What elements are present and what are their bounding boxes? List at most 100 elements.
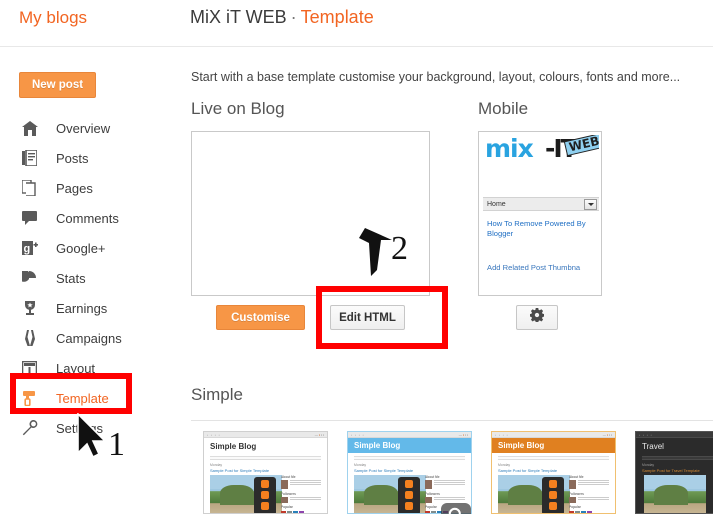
thumb-blog-title: Simple Blog (354, 441, 401, 450)
stats-icon (22, 268, 46, 288)
template-thumbnail-list: • • • • — ▪ ▪ ▪ Simple Blog Monday Sampl… (191, 431, 713, 514)
sidebar-item-label: Pages (56, 180, 93, 196)
mobile-preview[interactable]: mix -IT WEB Home How To Remove Powered B… (478, 131, 602, 296)
thumb-blog-title: Travel (642, 442, 664, 451)
annotation-box-template (10, 373, 132, 414)
search-icon (448, 507, 465, 514)
mobile-heading: Mobile (478, 99, 529, 118)
chevron-down-icon[interactable] (584, 199, 597, 210)
chrome-menu: — ▪ ▪ ▪ (314, 433, 324, 437)
mobile-settings-button[interactable] (516, 305, 558, 330)
mobile-logo: mix -IT WEB (483, 135, 599, 165)
thumb-photo (644, 475, 706, 513)
my-blogs-link[interactable]: My blogs (19, 8, 87, 28)
thumb-tabs (354, 456, 465, 460)
thumb-browser-chrome: • • • • — ▪ ▪ ▪ (204, 432, 327, 438)
sidebar-item-label: Comments (56, 210, 119, 226)
thumb-tabs (642, 456, 713, 460)
thumb-content: About Me Followers Popular (498, 475, 609, 513)
thumb-bottle-graphic (398, 477, 420, 513)
thumb-post-title: Sample Post for Simple Template (354, 468, 414, 473)
thumb-sidebar: About Me Followers Popular (281, 475, 321, 513)
template-thumbnail[interactable]: • • • • — ▪ ▪ ▪ Simple Blog Monday Sampl… (203, 431, 328, 514)
thumb-tabs (210, 456, 321, 460)
simple-heading: Simple (191, 385, 243, 404)
chrome-dots: • • • • (207, 433, 221, 437)
live-on-blog-heading: Live on Blog (191, 99, 285, 118)
sidebar-item-label: Posts (56, 150, 89, 166)
thumb-tabs (498, 456, 609, 460)
template-page: My blogs MiX iT WEB · Template New post Ov… (0, 0, 713, 514)
thumb-post-title: Sample Post for Simple Template (498, 468, 558, 473)
mobile-nav-label: Home (487, 200, 506, 208)
mobile-post-link-cut: Add Related Post Thumbna (487, 263, 595, 271)
mobile-preview-inner: mix -IT WEB Home How To Remove Powered B… (483, 135, 599, 294)
thumb-sidebar: About Me Followers Popular (569, 475, 609, 513)
svg-text:g: g (24, 243, 31, 255)
chrome-dots: • • • • (495, 433, 509, 437)
thumb-bottle-graphic (542, 477, 564, 513)
thumb-post-title: Sample Post for Travel Template (642, 468, 700, 473)
sidebar-item-google-plus[interactable]: g Google+ (0, 233, 182, 263)
chrome-menu: — ▪ ▪ ▪ (458, 433, 468, 437)
mobile-post-link[interactable]: How To Remove Powered By Blogger (487, 219, 595, 239)
mobile-logo-spacer (483, 165, 599, 197)
earnings-icon (22, 298, 46, 318)
sidebar-item-pages[interactable]: Pages (0, 173, 182, 203)
thumb-browser-chrome: • • • • (636, 432, 713, 438)
cursor-pointer-1 (76, 412, 110, 464)
sidebar-item-label: Google+ (56, 240, 106, 256)
google-plus-icon: g (22, 238, 46, 258)
template-thumbnail[interactable]: • • • • — ▪ ▪ ▪ Simple Blog Monday Sampl… (491, 431, 616, 514)
thumb-blog-title: Simple Blog (210, 442, 257, 451)
breadcrumb-separator: · (290, 7, 297, 27)
sidebar-item-posts[interactable]: Posts (0, 143, 182, 173)
preview-magnifier-button[interactable] (441, 503, 471, 514)
annotation-number-1: 1 (108, 426, 125, 463)
sidebar-item-comments[interactable]: Comments (0, 203, 182, 233)
thumb-meta: Monday (642, 463, 655, 467)
posts-icon (22, 148, 46, 168)
simple-section-divider (191, 420, 713, 421)
top-bar: My blogs MiX iT WEB · Template (0, 0, 713, 47)
thumb-browser-chrome: • • • • — ▪ ▪ ▪ (348, 432, 471, 438)
thumb-content: About Me Followers Popular (210, 475, 321, 513)
comment-icon (22, 208, 46, 228)
sidebar-item-label: Stats (56, 270, 86, 286)
sidebar-item-label: Campaigns (56, 330, 122, 346)
sidebar-item-label: Overview (56, 120, 111, 136)
home-icon (22, 118, 46, 138)
chrome-menu: — ▪ ▪ ▪ (602, 433, 612, 437)
pages-icon (22, 178, 46, 198)
mobile-nav-select[interactable]: Home (483, 197, 599, 211)
template-thumbnail[interactable]: • • • • — ▪ ▪ ▪ Simple Blog Monday Sampl… (347, 431, 472, 514)
sidebar-item-overview[interactable]: Overview (0, 113, 182, 143)
chrome-dots: • • • • (351, 433, 365, 437)
sidebar-item-earnings[interactable]: Earnings (0, 293, 182, 323)
thumb-header: Simple Blog (492, 438, 615, 453)
lead-text: Start with a base template customise you… (191, 70, 681, 84)
gear-icon (529, 308, 545, 327)
thumb-browser-chrome: • • • • — ▪ ▪ ▪ (492, 432, 615, 438)
new-post-button[interactable]: New post (19, 72, 96, 98)
customise-button[interactable]: Customise (216, 305, 305, 330)
breadcrumb: MiX iT WEB · Template (190, 7, 374, 28)
thumb-header: Travel (636, 438, 713, 453)
annotation-number-2: 2 (391, 230, 408, 267)
thumb-header: Simple Blog (348, 438, 471, 453)
thumb-post-title: Sample Post for Simple Template (210, 468, 270, 473)
main-content: Start with a base template customise you… (182, 47, 713, 514)
mobile-post-link[interactable]: Add Related Post Thumbna (487, 263, 595, 271)
sidebar-item-campaigns[interactable]: Campaigns (0, 323, 182, 353)
thumb-blog-title: Simple Blog (498, 441, 545, 450)
thumb-header: Simple Blog (204, 438, 327, 453)
logo-mix-text: mix (485, 135, 534, 163)
template-thumbnail[interactable]: • • • • Travel Monday Sample Post for Tr… (635, 431, 713, 514)
thumb-bottle-graphic (254, 477, 276, 513)
mobile-post-list: How To Remove Powered By Blogger Add Rel… (483, 211, 599, 271)
sidebar-item-label: Earnings (56, 300, 108, 316)
breadcrumb-blog-name[interactable]: MiX iT WEB (190, 7, 287, 27)
sidebar-item-stats[interactable]: Stats (0, 263, 182, 293)
annotation-box-edit-html (316, 286, 448, 349)
thumb-meta: Monday (498, 463, 511, 467)
